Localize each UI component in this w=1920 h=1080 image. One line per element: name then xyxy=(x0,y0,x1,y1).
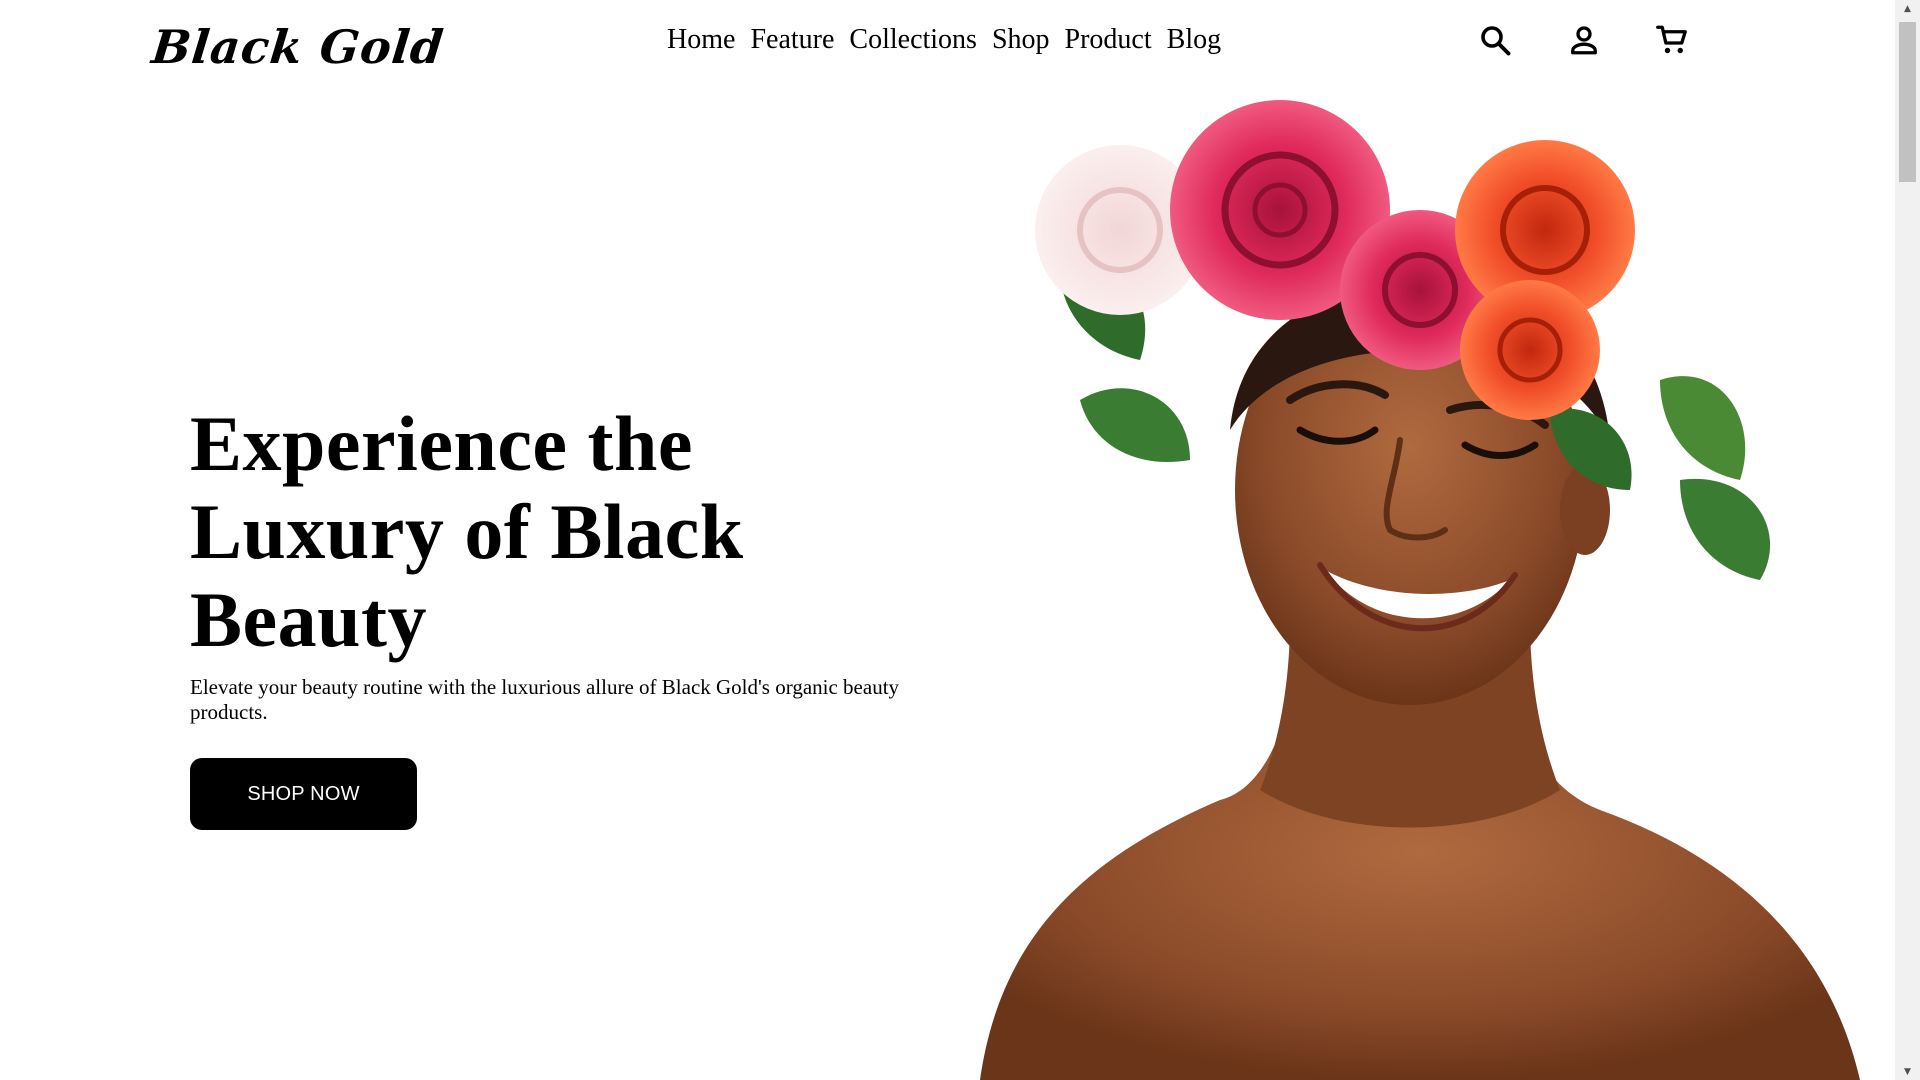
nav-product[interactable]: Product xyxy=(1065,22,1152,58)
hero-title: Experience the Luxury of Black Beauty xyxy=(190,400,950,664)
hero-title-line: Beauty xyxy=(190,576,427,663)
scroll-up-arrow-icon[interactable]: ▲ xyxy=(1895,0,1920,17)
search-icon[interactable] xyxy=(1477,22,1513,58)
nav-feature[interactable]: Feature xyxy=(750,22,834,58)
shop-now-button[interactable]: SHOP NOW xyxy=(190,758,417,830)
cart-icon[interactable] xyxy=(1654,22,1690,58)
hero-title-line: Luxury of Black xyxy=(190,488,744,575)
hero-title-line: Experience the xyxy=(190,400,694,487)
hero-photo-woman-flower-crown xyxy=(980,100,1860,1080)
hero-subtitle: Elevate your beauty routine with the lux… xyxy=(190,675,900,724)
hero-image xyxy=(960,100,1880,1080)
main-nav: Home Feature Collections Shop Product Bl… xyxy=(667,22,1221,58)
brand-logo[interactable]: Black Gold xyxy=(149,20,446,74)
nav-collections[interactable]: Collections xyxy=(849,22,977,58)
user-icon[interactable] xyxy=(1566,22,1602,58)
nav-home[interactable]: Home xyxy=(667,22,735,58)
site-header: Black Gold Home Feature Collections Shop… xyxy=(0,0,1895,100)
scroll-down-arrow-icon[interactable]: ▼ xyxy=(1895,1063,1920,1080)
nav-blog[interactable]: Blog xyxy=(1167,22,1221,58)
nav-shop[interactable]: Shop xyxy=(992,22,1050,58)
page-scrollbar[interactable]: ▲ ▼ xyxy=(1895,0,1920,1080)
scroll-thumb[interactable] xyxy=(1899,22,1916,182)
